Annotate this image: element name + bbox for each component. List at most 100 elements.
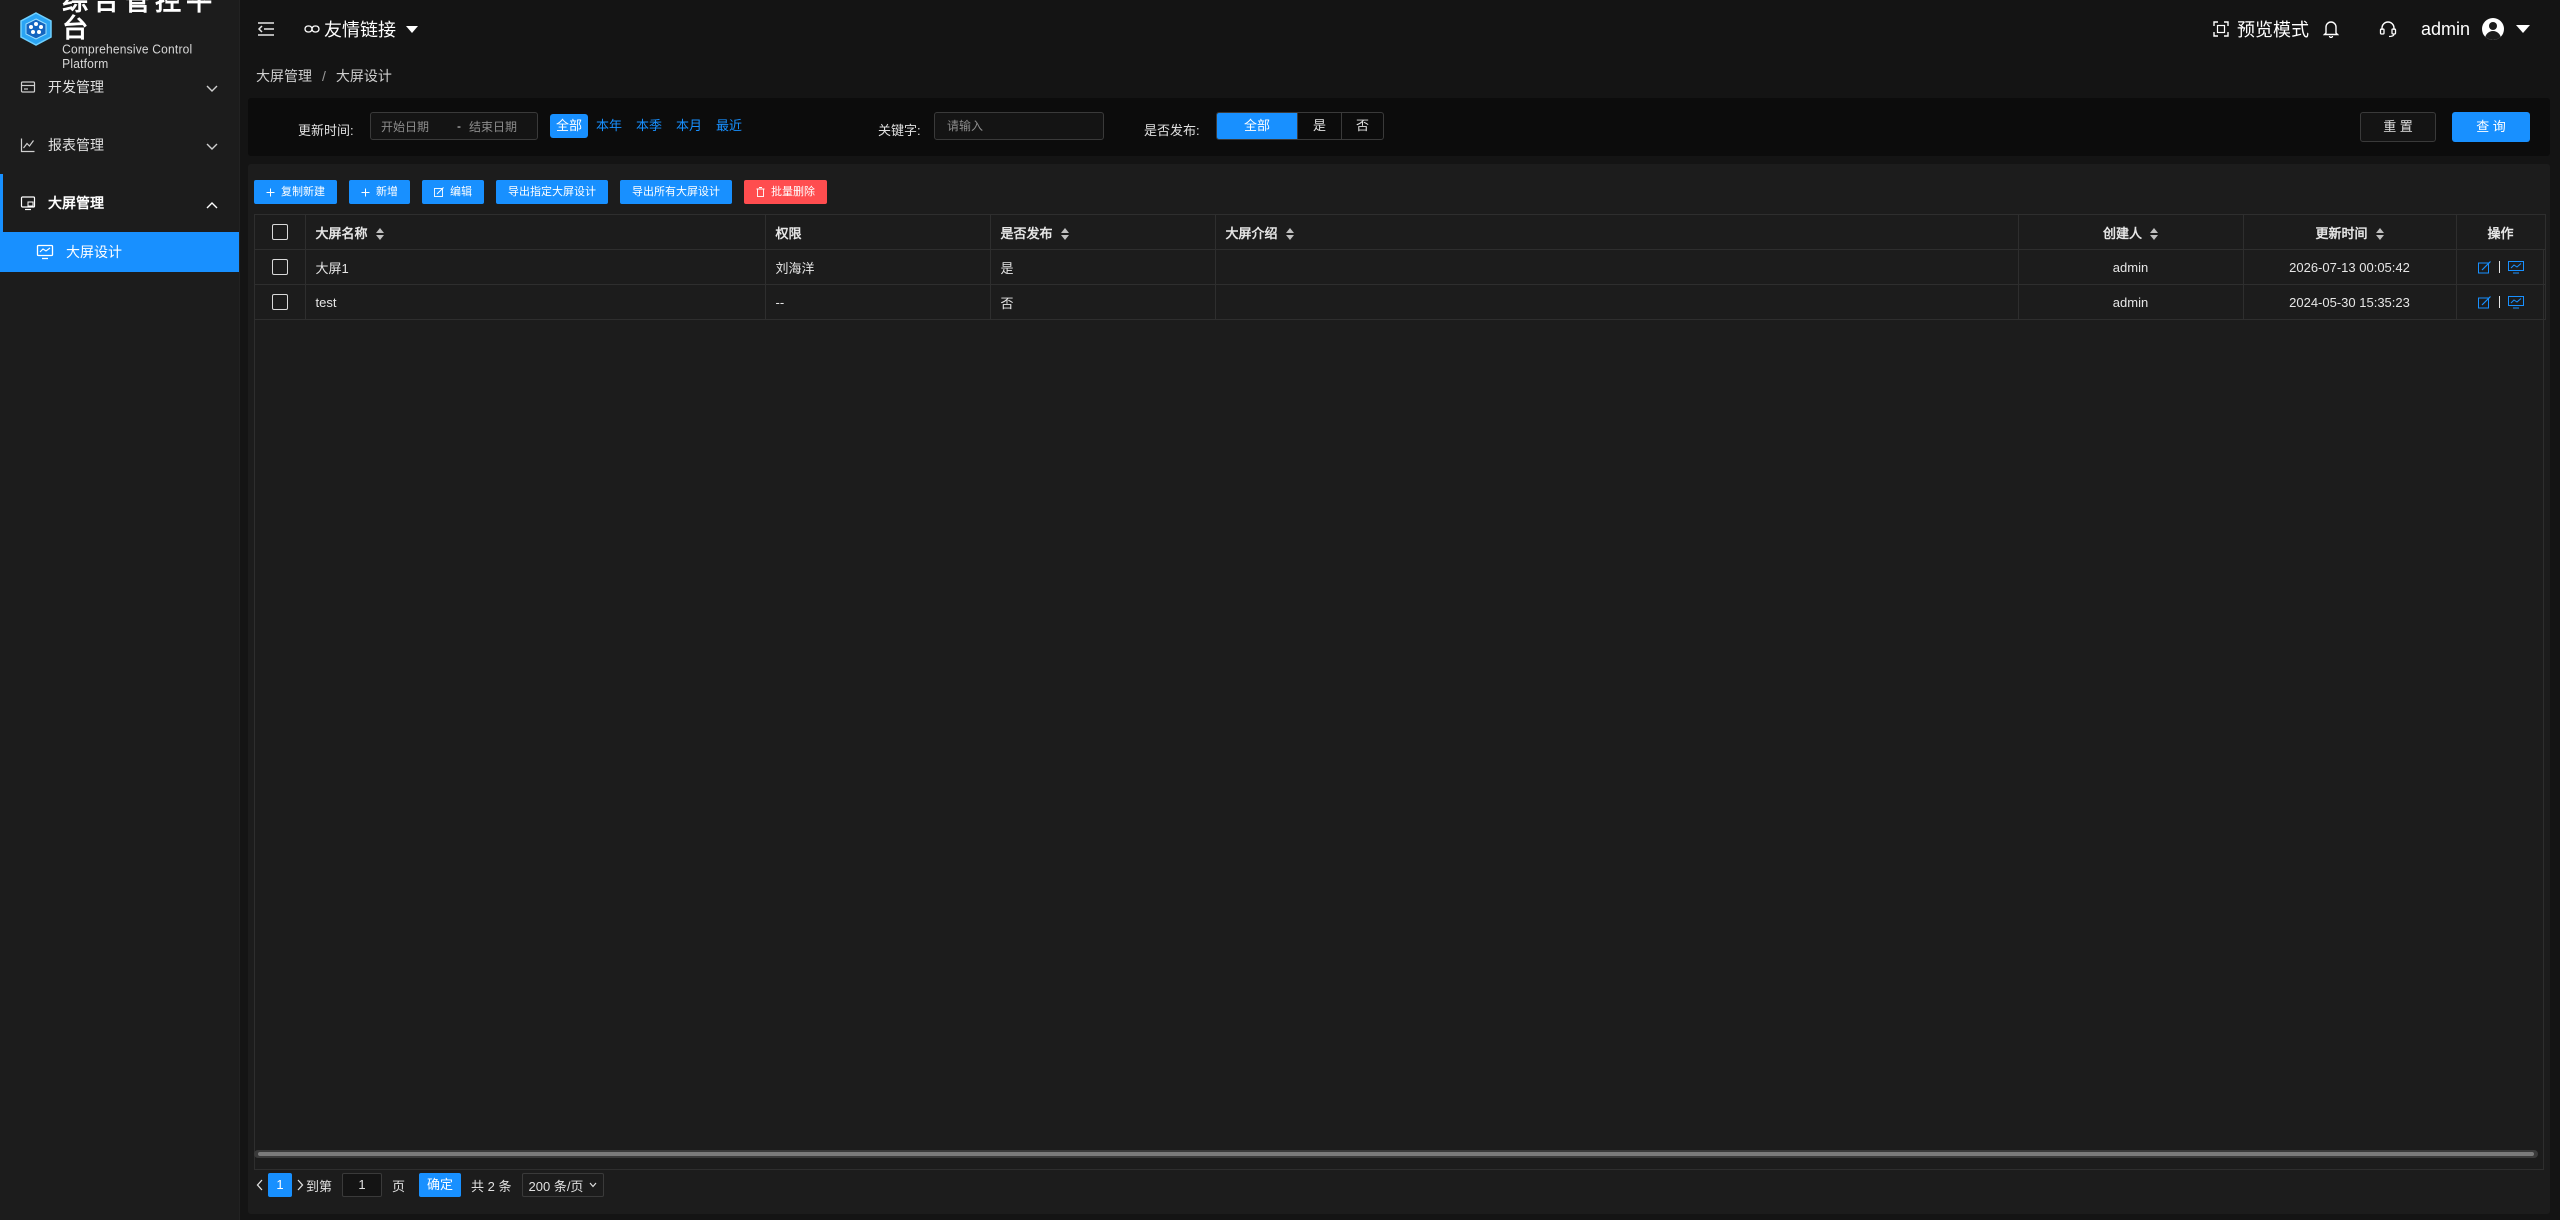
sidebar-item-report[interactable]: 报表管理 <box>0 116 239 174</box>
column-header-label: 更新时间 <box>2315 225 2368 241</box>
start-date-field[interactable]: 开始日期 <box>381 118 451 135</box>
column-name[interactable]: 大屏名称 <box>305 214 766 250</box>
column-intro[interactable]: 大屏介绍 <box>1215 214 2019 250</box>
row-checkbox[interactable] <box>271 294 288 311</box>
column-ops: 操作 <box>2456 214 2546 250</box>
headset-icon[interactable] <box>2379 20 2397 38</box>
plus-icon <box>361 188 370 197</box>
sidebar-item-label: 开发管理 <box>48 79 104 95</box>
add-button[interactable]: 新增 <box>349 180 410 204</box>
batch-delete-button[interactable]: 批量删除 <box>744 180 827 204</box>
reset-button[interactable]: 重 置 <box>2360 112 2436 142</box>
published-option-no[interactable]: 否 <box>1341 113 1383 139</box>
sort-icon[interactable] <box>2150 228 2158 241</box>
preview-mode-button[interactable]: 预览模式 <box>2213 16 2309 42</box>
column-header-label: 大屏介绍 <box>1225 225 1278 241</box>
published-option-all[interactable]: 全部 <box>1217 113 1297 139</box>
cell-published: 否 <box>990 284 1216 320</box>
menu-toggle-icon[interactable] <box>254 17 278 41</box>
user-menu[interactable]: admin <box>2421 18 2530 40</box>
column-updated[interactable]: 更新时间 <box>2243 214 2457 250</box>
preview-screen-icon[interactable] <box>2507 260 2524 274</box>
column-header-label: 是否发布 <box>1000 225 1053 241</box>
sort-icon[interactable] <box>1285 228 1294 241</box>
sort-icon[interactable] <box>2375 228 2384 241</box>
pagination: 1 到第 1 页 确定 共 2 条 200 条/页 <box>254 1172 605 1198</box>
export-all-label: 导出所有大屏设计 <box>632 186 720 198</box>
quick-range-year[interactable]: 本年 <box>596 114 622 138</box>
cell-creator: admin <box>2018 249 2244 285</box>
breadcrumb-item-current: 大屏设计 <box>335 68 392 84</box>
cell-updated: 2026-07-13 00:05:42 <box>2243 249 2457 285</box>
goto-page-input[interactable]: 1 <box>342 1173 383 1197</box>
preview-screen-icon[interactable] <box>2507 295 2524 309</box>
horizontal-scrollbar[interactable] <box>254 1150 2538 1158</box>
page-number-current[interactable]: 1 <box>268 1173 292 1197</box>
row-checkbox[interactable] <box>271 259 288 276</box>
chevron-down-icon <box>205 139 219 155</box>
edit-button[interactable]: 编辑 <box>422 180 484 204</box>
avatar <box>2482 18 2504 40</box>
cell-name: test <box>305 284 766 320</box>
row-select-cell <box>255 249 306 285</box>
prev-page-icon[interactable] <box>254 1179 266 1191</box>
row-select-cell <box>255 284 306 320</box>
sidebar-subitem-screen-design[interactable]: 大屏设计 <box>0 232 239 272</box>
select-all-cell <box>255 214 306 250</box>
edit-icon <box>434 187 444 197</box>
quick-range-month[interactable]: 本月 <box>676 114 702 138</box>
next-page-icon[interactable] <box>294 1179 306 1191</box>
published-option-yes[interactable]: 是 <box>1297 113 1341 139</box>
quick-range-all[interactable]: 全部 <box>550 114 589 138</box>
export-selected-label: 导出指定大屏设计 <box>508 186 596 198</box>
caret-down-icon <box>2516 25 2530 33</box>
dev-icon <box>20 78 38 96</box>
copy-new-button[interactable]: 复制新建 <box>254 180 337 204</box>
quick-range-recent[interactable]: 最近 <box>716 114 742 138</box>
top-header: 友情链接 预览模式 admin <box>240 0 2560 58</box>
page-size-select[interactable]: 200 条/页 <box>521 1173 605 1197</box>
sidebar-subitem-label: 大屏设计 <box>66 244 122 260</box>
cell-name: 大屏1 <box>305 249 766 285</box>
plus-icon <box>266 188 275 197</box>
quick-range-quarter[interactable]: 本季 <box>636 114 662 138</box>
end-date-field[interactable]: 结束日期 <box>469 118 517 135</box>
date-range-picker[interactable]: 开始日期 - 结束日期 <box>370 112 538 140</box>
chevron-down-icon <box>589 1182 597 1188</box>
page-unit-label: 页 <box>392 1178 406 1194</box>
toolbar: 复制新建 新增 编辑 导出指定大屏设计 导出所有大屏设计 批量删除 <box>254 180 839 204</box>
cell-ops <box>2456 284 2546 320</box>
chart-icon <box>20 136 38 154</box>
breadcrumb: 大屏管理 / 大屏设计 <box>256 66 392 86</box>
date-range-separator: - <box>457 119 461 133</box>
goto-confirm-button[interactable]: 确定 <box>419 1173 462 1197</box>
cell-permission: 刘海洋 <box>765 249 991 285</box>
select-all-checkbox[interactable] <box>271 224 288 241</box>
column-creator[interactable]: 创建人 <box>2018 214 2244 250</box>
table-row[interactable]: 大屏1 刘海洋 是 admin 2026-07-13 00:05:42 <box>255 249 2546 285</box>
query-button[interactable]: 查 询 <box>2452 112 2530 142</box>
column-permission: 权限 <box>765 214 991 250</box>
goto-label: 到第 <box>306 1178 333 1194</box>
friend-links-dropdown[interactable]: 友情链接 <box>304 16 418 42</box>
sidebar-item-dev[interactable]: 开发管理 <box>0 58 239 116</box>
export-all-button[interactable]: 导出所有大屏设计 <box>620 180 732 204</box>
keyword-input[interactable]: 请输入 <box>934 112 1104 140</box>
sort-icon[interactable] <box>1060 228 1069 241</box>
export-selected-button[interactable]: 导出指定大屏设计 <box>496 180 608 204</box>
username: admin <box>2420 18 2470 39</box>
edit-icon[interactable] <box>2477 260 2491 274</box>
copy-new-label: 复制新建 <box>281 186 325 198</box>
sidebar-item-screen[interactable]: 大屏管理 <box>0 174 239 232</box>
fullscreen-icon <box>2213 21 2229 37</box>
column-published[interactable]: 是否发布 <box>990 214 1216 250</box>
link-icon <box>304 21 320 37</box>
sort-icon[interactable] <box>375 228 384 241</box>
table-row[interactable]: test -- 否 admin 2024-05-30 15:35:23 <box>255 284 2546 320</box>
edit-icon[interactable] <box>2477 295 2491 309</box>
breadcrumb-item[interactable]: 大屏管理 <box>256 66 312 86</box>
scrollbar-thumb[interactable] <box>258 1152 2534 1156</box>
bell-icon[interactable] <box>2322 20 2339 38</box>
friend-links-label: 友情链接 <box>324 20 396 40</box>
sidebar-item-label: 大屏管理 <box>48 195 104 211</box>
